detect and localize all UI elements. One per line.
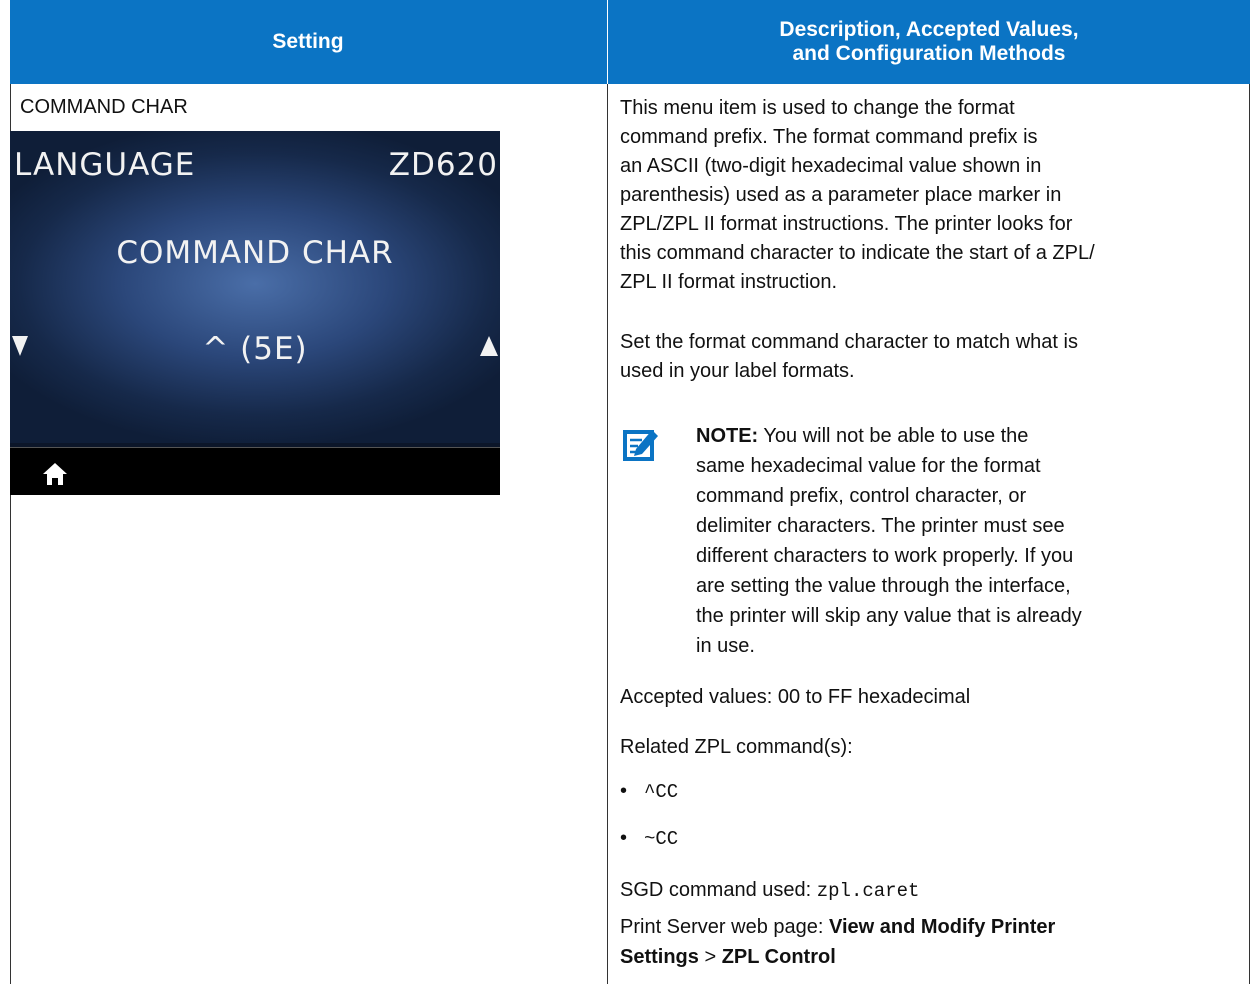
note-line: delimiter characters. The printer must s… <box>696 515 1065 537</box>
table-border-right <box>1249 84 1250 984</box>
note-first-line: NOTE: You will not be able to use the <box>696 421 1216 451</box>
bullet-dot: • <box>620 827 628 849</box>
web-line-2: Settings > ZPL Control <box>620 942 1220 972</box>
command-bullet-1: • ^CC <box>620 780 678 803</box>
sgd-label: SGD command used: <box>620 879 817 901</box>
display-model: ZD620 <box>388 147 498 183</box>
note-icon <box>623 430 658 461</box>
description-para1: This menu item is used to change the for… <box>620 94 1220 297</box>
note-line: same hexadecimal value for the format <box>696 455 1041 477</box>
command-code: ~CC <box>644 828 679 850</box>
header-description-line1: Description, Accepted Values, <box>779 18 1079 41</box>
web-line-1: Print Server web page: View and Modify P… <box>620 912 1220 942</box>
web-separator: > <box>698 946 722 968</box>
note-line: the printer will skip any value that is … <box>696 605 1082 627</box>
display-value: ^ (5E) <box>202 331 308 367</box>
note-line: command prefix, control character, or <box>696 485 1027 507</box>
command-code: ^CC <box>644 781 679 803</box>
note-first-text: You will not be able to use the <box>758 425 1029 447</box>
home-icon <box>43 463 67 485</box>
para2-line: used in your label formats. <box>620 360 855 382</box>
header-description-line2: and Configuration Methods <box>792 42 1066 65</box>
para1-line: This menu item is used to change the for… <box>620 97 1015 119</box>
accepted-values: Accepted values: 00 to FF hexadecimal <box>620 686 971 708</box>
sgd-command: SGD command used: zpl.caret <box>620 876 1220 906</box>
display-menu-title: LANGUAGE <box>14 147 196 183</box>
header-description: Description, Accepted Values, and Config… <box>608 0 1250 84</box>
up-arrow-icon <box>480 336 498 356</box>
description-para2: Set the format command character to matc… <box>620 328 1220 386</box>
table-column-divider-body <box>607 84 608 984</box>
bullet-dot: • <box>620 780 628 802</box>
para1-line: this command character to indicate the s… <box>620 242 1095 264</box>
header-setting: Setting <box>272 30 344 53</box>
para1-line: command prefix. The format command prefi… <box>620 126 1038 148</box>
web-link-2: Settings <box>620 946 699 968</box>
note-line: are setting the value through the interf… <box>696 575 1071 597</box>
printer-display-screenshot: LANGUAGE ZD620 COMMAND CHAR ^ (5E) <box>10 131 500 495</box>
setting-name: COMMAND CHAR <box>20 96 188 118</box>
para1-line: parenthesis) used as a parameter place m… <box>620 184 1062 206</box>
para1-line: ZPL/ZPL II format instructions. The prin… <box>620 213 1073 235</box>
para2-line: Set the format command character to matc… <box>620 331 1078 353</box>
sgd-value: zpl.caret <box>816 880 920 902</box>
table-header: Setting Description, Accepted Values, an… <box>10 0 1250 84</box>
command-bullet-2: • ~CC <box>620 827 678 850</box>
web-label: Print Server web page: <box>620 916 829 938</box>
web-link-3: ZPL Control <box>721 946 836 968</box>
print-server-web-page: Print Server web page: View and Modify P… <box>620 912 1220 972</box>
display-item: COMMAND CHAR <box>116 235 394 271</box>
related-commands-label: Related ZPL command(s): <box>620 736 853 758</box>
note-line: in use. <box>696 635 755 657</box>
note-line: different characters to work properly. I… <box>696 545 1074 567</box>
web-link-1: View and Modify Printer <box>829 916 1056 938</box>
para1-line: ZPL II format instruction. <box>620 271 838 293</box>
note-label: NOTE: <box>696 425 759 447</box>
note-block: NOTE: You will not be able to use the sa… <box>696 421 1216 661</box>
display-bottom-bar <box>10 447 500 495</box>
para1-line: an ASCII (two-digit hexadecimal value sh… <box>620 155 1042 177</box>
